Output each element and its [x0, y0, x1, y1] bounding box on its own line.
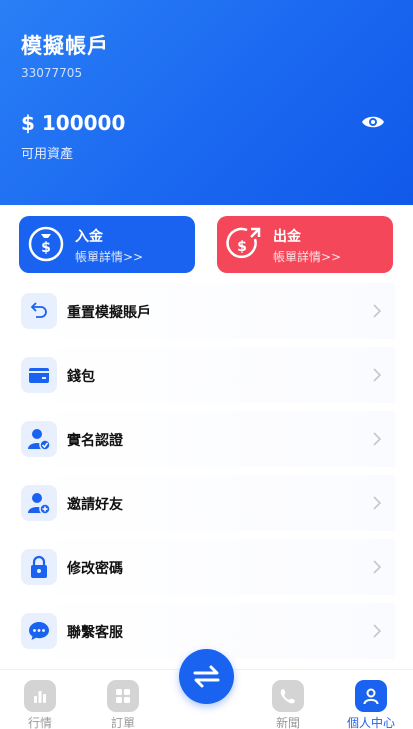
chevron-right-icon [373, 560, 382, 574]
menu-item-wallet[interactable]: 錢包 [0, 347, 413, 403]
withdraw-subtitle[interactable]: 帳單詳情>> [273, 248, 341, 265]
grid-icon [107, 680, 139, 712]
menu-label: 實名認證 [67, 433, 123, 449]
tab-label: 個人中心 [346, 716, 395, 729]
menu-item-verification[interactable]: 實名認證 [0, 411, 413, 467]
trade-exchange-button[interactable] [179, 649, 234, 704]
withdraw-button[interactable]: $ 出金 帳單詳情>> [217, 216, 393, 273]
withdraw-title: 出金 [273, 229, 301, 245]
menu-label: 邀請好友 [67, 497, 123, 513]
verified-user-icon [21, 421, 57, 457]
person-icon [355, 680, 387, 712]
deposit-money-bag-icon: $ [28, 226, 64, 262]
account-id: 33077705 [21, 66, 83, 80]
tab-orders[interactable]: 訂單 [93, 680, 153, 729]
tab-label: 新聞 [275, 716, 300, 729]
balance-amount: $ 100000 [21, 111, 126, 135]
chevron-right-icon [373, 624, 382, 638]
menu-label: 錢包 [67, 369, 95, 385]
menu-item-reset-account[interactable]: 重置模擬賬戶 [0, 283, 413, 339]
svg-text:$: $ [41, 240, 51, 256]
deposit-button[interactable]: $ 入金 帳單詳情>> [19, 216, 195, 273]
tab-market[interactable]: 行情 [10, 680, 70, 729]
account-title: 模擬帳戶 [21, 34, 109, 58]
chevron-right-icon [373, 432, 382, 446]
news-icon [272, 680, 304, 712]
swap-arrows-icon [193, 665, 220, 688]
chat-icon [21, 613, 57, 649]
account-header: 模擬帳戶 33077705 $ 100000 可用資產 [0, 0, 413, 205]
lock-icon [21, 549, 57, 585]
menu-label: 重置模擬賬戶 [67, 305, 151, 321]
menu-label: 聯繫客服 [67, 625, 123, 641]
add-user-icon [21, 485, 57, 521]
chevron-right-icon [373, 304, 382, 318]
tab-profile[interactable]: 個人中心 [341, 680, 401, 729]
menu-label: 修改密碼 [67, 561, 123, 577]
chevron-right-icon [373, 368, 382, 382]
withdraw-coin-icon: $ [226, 227, 261, 259]
eye-icon[interactable] [361, 112, 385, 132]
tab-label: 行情 [27, 716, 52, 729]
tab-label: 訂單 [110, 716, 135, 729]
menu-item-invite-friends[interactable]: 邀請好友 [0, 475, 413, 531]
tab-news[interactable]: 新聞 [258, 680, 318, 729]
reset-icon [21, 293, 57, 329]
balance-label: 可用資產 [21, 147, 74, 162]
deposit-title: 入金 [75, 229, 103, 245]
wallet-icon [21, 357, 57, 393]
chart-icon [24, 680, 56, 712]
chevron-right-icon [373, 496, 382, 510]
menu-item-change-password[interactable]: 修改密碼 [0, 539, 413, 595]
deposit-subtitle[interactable]: 帳單詳情>> [75, 248, 143, 265]
svg-text:$: $ [237, 239, 247, 255]
